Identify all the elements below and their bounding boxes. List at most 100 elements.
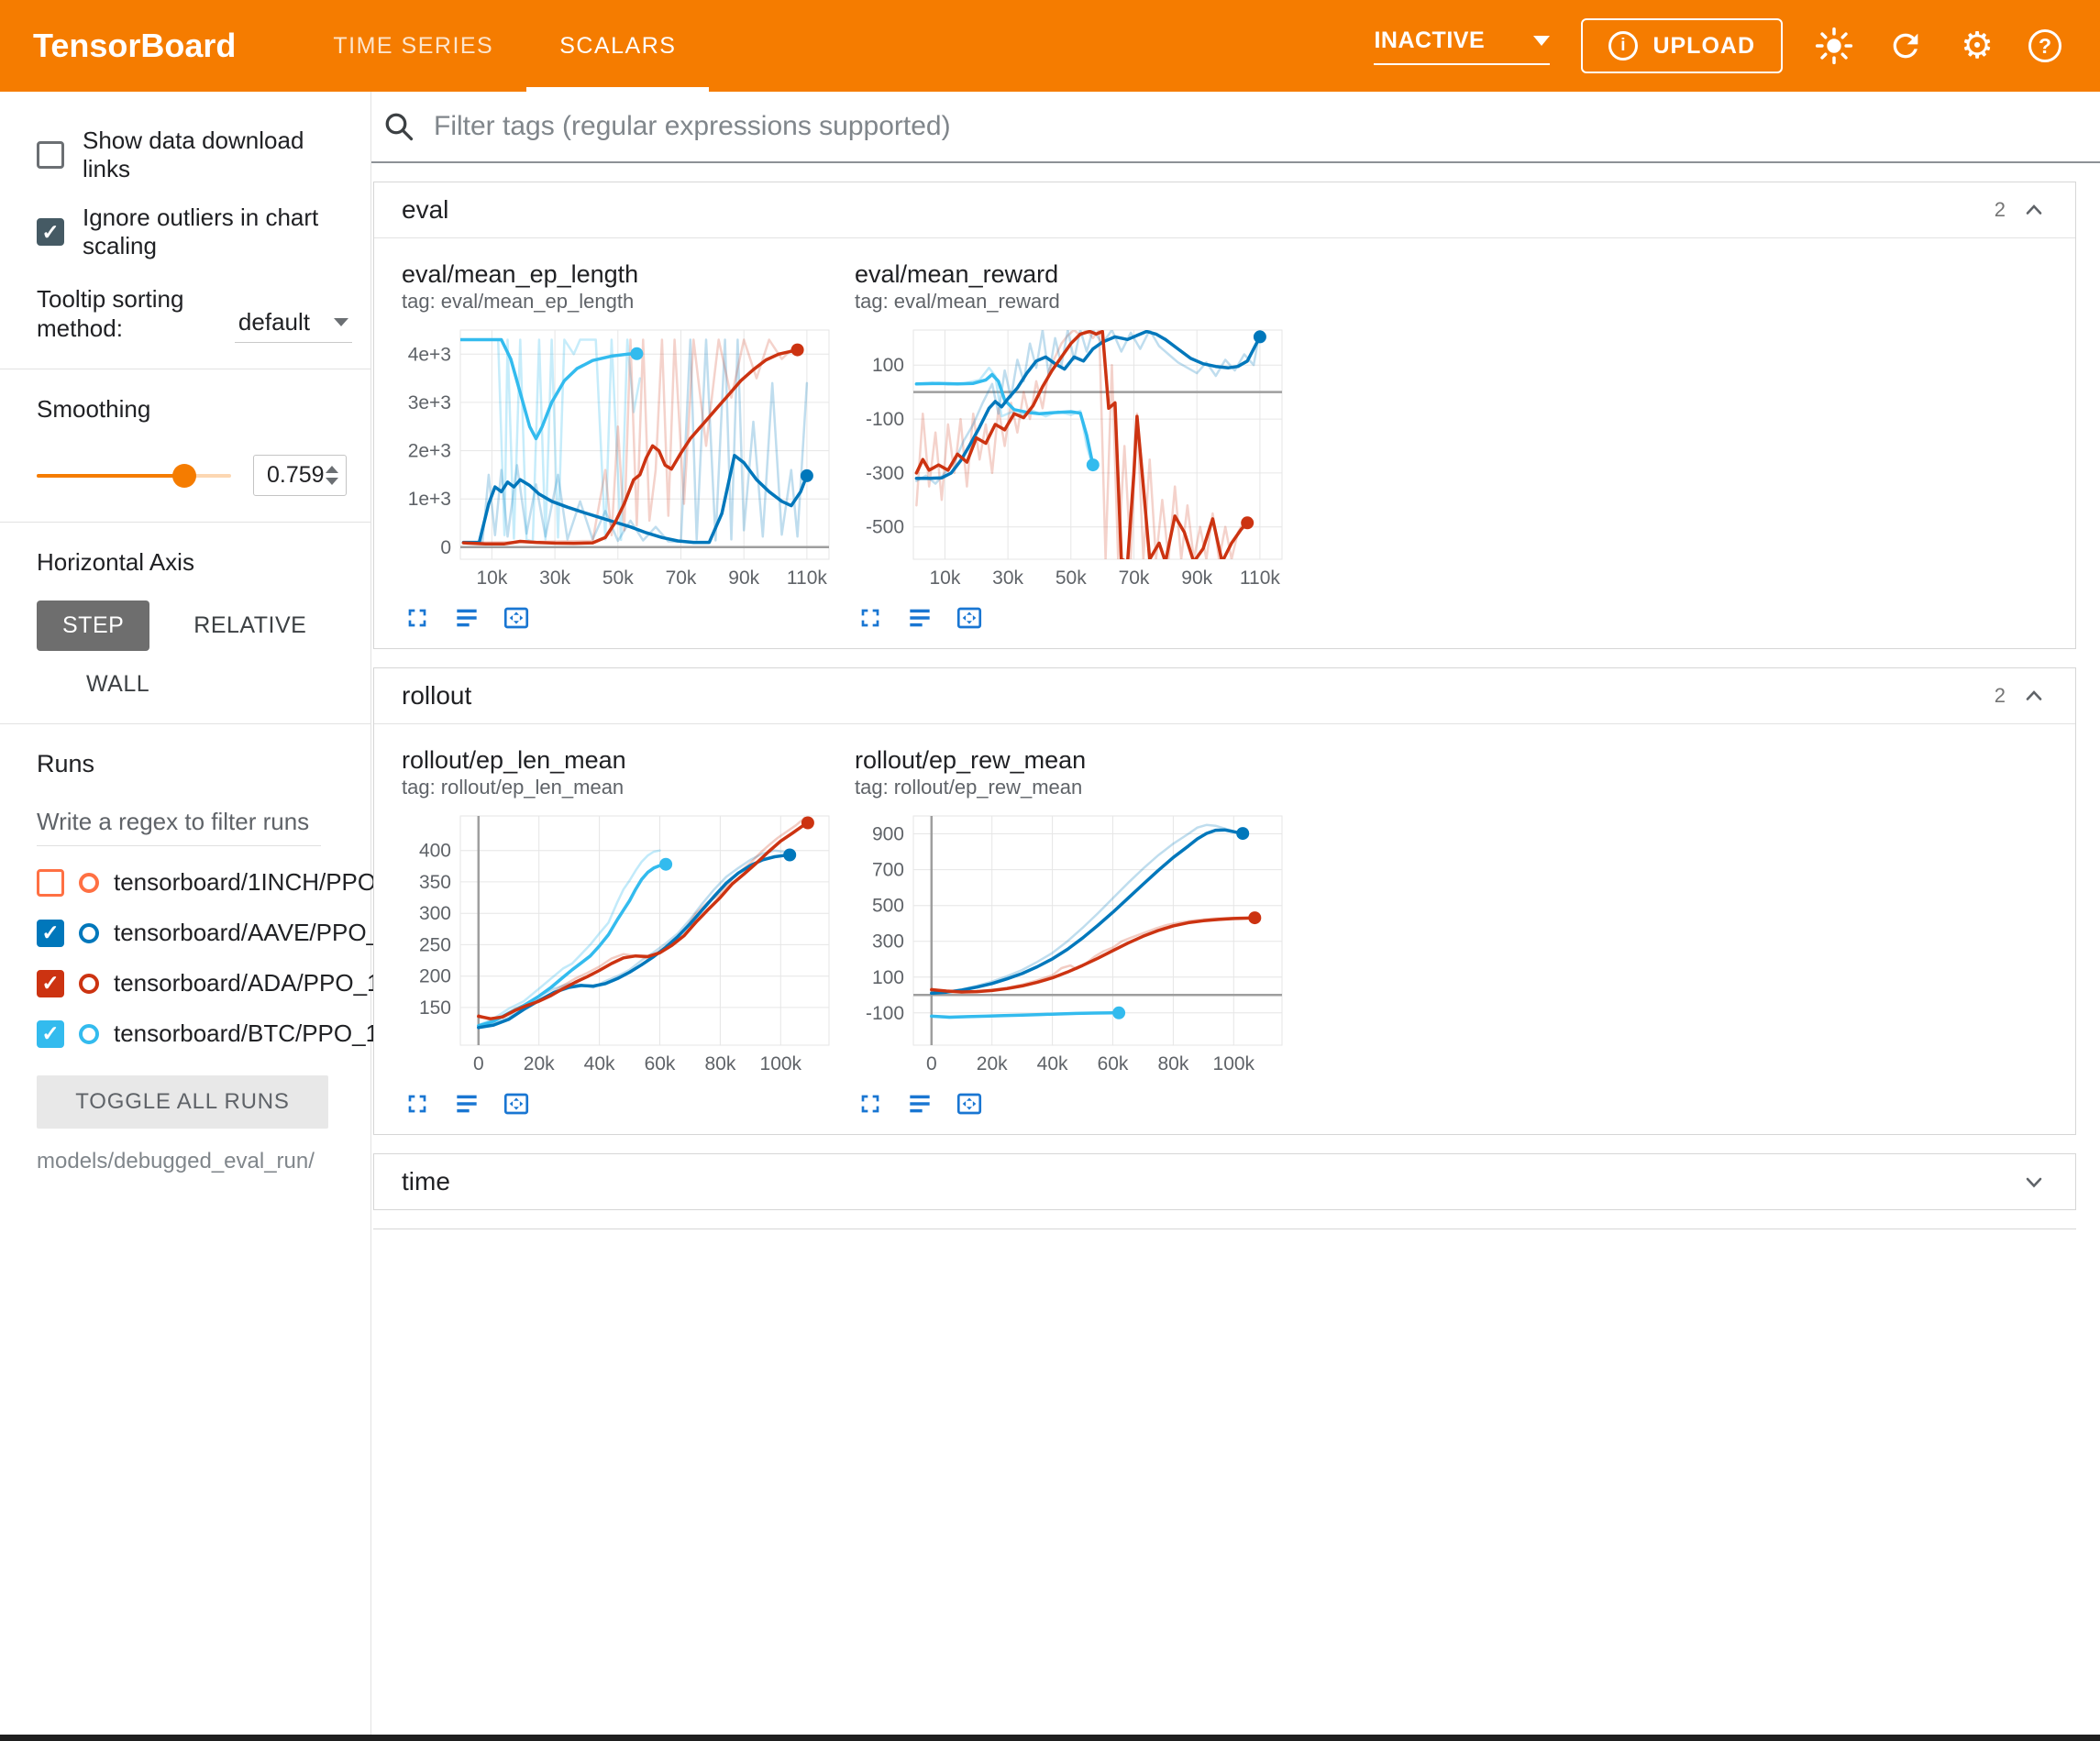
tab-scalars[interactable]: SCALARS <box>526 0 709 92</box>
chevron-up-icon[interactable] <box>2020 682 2048 710</box>
fit-domain-icon[interactable] <box>954 1088 985 1119</box>
svg-text:10k: 10k <box>929 567 960 589</box>
runs-filter-input[interactable] <box>37 804 321 846</box>
svg-text:-100: -100 <box>866 1003 904 1024</box>
tag-filter-input[interactable] <box>432 110 2100 143</box>
chart-tag: tag: eval/mean_reward <box>855 290 1293 314</box>
chevron-down-icon[interactable] <box>2020 1168 2048 1196</box>
chevron-up-icon[interactable] <box>2020 196 2048 224</box>
main-content: eval 2 eval/mean_ep_length tag: eval/mea… <box>371 92 2100 1735</box>
run-row-ada[interactable]: tensorboard/ADA/PPO_1 <box>37 969 352 997</box>
smoothing-value-box <box>253 455 347 496</box>
svg-text:30k: 30k <box>539 567 570 589</box>
toggle-all-runs-button[interactable]: TOGGLE ALL RUNS <box>37 1075 328 1129</box>
svg-text:350: 350 <box>419 872 451 893</box>
svg-text:70k: 70k <box>666 567 697 589</box>
run-row-btc[interactable]: tensorboard/BTC/PPO_1 <box>37 1019 352 1048</box>
ignore-outliers-checkbox[interactable] <box>37 218 64 246</box>
chart-plot[interactable]: 020k40k60k80k100k-100100300500700900 <box>855 805 1293 1085</box>
run-row-1inch[interactable]: tensorboard/1INCH/PPO_1 <box>37 868 352 897</box>
smoothing-slider-knob[interactable] <box>172 464 196 488</box>
run-row-aave[interactable]: tensorboard/AAVE/PPO_1 <box>37 919 352 947</box>
svg-text:80k: 80k <box>1157 1053 1188 1074</box>
chart-plot[interactable]: 10k30k50k70k90k110k01e+32e+33e+34e+3 <box>402 319 840 599</box>
app-title: TensorBoard <box>33 0 236 92</box>
svg-text:4e+3: 4e+3 <box>408 344 451 365</box>
runs-table-icon[interactable] <box>904 602 935 634</box>
fit-domain-icon[interactable] <box>501 1088 532 1119</box>
tooltip-sorting-select[interactable]: default <box>235 308 352 343</box>
svg-text:700: 700 <box>872 860 904 881</box>
smoothing-value-input[interactable] <box>265 461 326 490</box>
svg-text:200: 200 <box>419 966 451 987</box>
maximize-chart-icon[interactable] <box>402 602 433 634</box>
run-checkbox[interactable] <box>37 1020 64 1048</box>
axis-relative-button[interactable]: RELATIVE <box>173 601 326 651</box>
brightness-icon[interactable] <box>1814 26 1854 66</box>
runs-heading: Runs <box>37 750 352 778</box>
run-checkbox[interactable] <box>37 920 64 947</box>
status-dropdown[interactable]: INACTIVE <box>1374 28 1550 65</box>
chart-card-rollout-ep-len-mean: rollout/ep_len_mean tag: rollout/ep_len_… <box>402 746 840 1121</box>
refresh-icon[interactable] <box>1885 26 1926 66</box>
tab-time-series[interactable]: TIME SERIES <box>300 0 526 92</box>
divider <box>0 522 370 523</box>
svg-text:80k: 80k <box>704 1053 735 1074</box>
section-eval-header[interactable]: eval 2 <box>374 182 2075 237</box>
tooltip-sorting-label: Tooltip sorting method: <box>37 284 206 343</box>
svg-text:50k: 50k <box>1056 567 1087 589</box>
svg-text:-100: -100 <box>866 409 904 430</box>
run-color-ring <box>79 974 99 994</box>
svg-text:10k: 10k <box>476 567 507 589</box>
nav-tabs: TIME SERIES SCALARS <box>300 0 709 92</box>
upload-label: UPLOAD <box>1652 33 1755 60</box>
svg-text:110k: 110k <box>1240 567 1280 589</box>
section-time: time <box>373 1153 2076 1210</box>
help-icon[interactable]: ? <box>2028 29 2061 62</box>
fit-domain-icon[interactable] <box>954 602 985 634</box>
runs-table-icon[interactable] <box>451 602 482 634</box>
axis-step-button[interactable]: STEP <box>37 601 149 651</box>
run-checkbox[interactable] <box>37 869 64 897</box>
run-color-ring <box>79 923 99 943</box>
section-rollout-header[interactable]: rollout 2 <box>374 668 2075 723</box>
smoothing-slider[interactable] <box>37 474 231 478</box>
run-label: tensorboard/ADA/PPO_1 <box>114 969 381 997</box>
header-actions: INACTIVE i UPLOAD ⚙ ? <box>1374 0 2100 92</box>
status-dropdown-value: INACTIVE <box>1374 28 1485 54</box>
svg-text:3e+3: 3e+3 <box>408 392 451 413</box>
settings-gear-icon[interactable]: ⚙ <box>1957 26 1997 66</box>
show-download-links-row[interactable]: Show data download links <box>37 127 352 183</box>
runs-table-icon[interactable] <box>904 1088 935 1119</box>
smoothing-stepper[interactable] <box>326 466 338 485</box>
svg-text:100k: 100k <box>1213 1053 1255 1074</box>
run-checkbox[interactable] <box>37 970 64 997</box>
maximize-chart-icon[interactable] <box>855 1088 886 1119</box>
fit-domain-icon[interactable] <box>501 602 532 634</box>
chart-plot[interactable]: 020k40k60k80k100k150200250300350400 <box>402 805 840 1085</box>
runs-table-icon[interactable] <box>451 1088 482 1119</box>
chart-plot[interactable]: 10k30k50k70k90k110k100-100-300-500 <box>855 319 1293 599</box>
svg-text:900: 900 <box>872 824 904 845</box>
svg-text:400: 400 <box>419 841 451 862</box>
svg-text:-500: -500 <box>866 517 904 538</box>
ignore-outliers-row[interactable]: Ignore outliers in chart scaling <box>37 204 352 260</box>
chart-count-badge: 2 <box>1995 684 2006 708</box>
upload-button[interactable]: i UPLOAD <box>1581 18 1783 73</box>
chart-title: rollout/ep_len_mean <box>402 746 840 774</box>
maximize-chart-icon[interactable] <box>402 1088 433 1119</box>
svg-text:0: 0 <box>440 537 451 558</box>
section-time-header[interactable]: time <box>374 1154 2075 1209</box>
svg-text:20k: 20k <box>977 1053 1008 1074</box>
chart-card-rollout-ep-rew-mean: rollout/ep_rew_mean tag: rollout/ep_rew_… <box>855 746 1293 1121</box>
axis-wall-button[interactable]: WALL <box>66 659 170 709</box>
svg-text:90k: 90k <box>1181 567 1212 589</box>
maximize-chart-icon[interactable] <box>855 602 886 634</box>
chevron-down-icon <box>1533 36 1550 46</box>
svg-text:110k: 110k <box>787 567 827 589</box>
svg-text:40k: 40k <box>584 1053 615 1074</box>
section-rollout: rollout 2 rollout/ep_len_mean tag: rollo… <box>373 667 2076 1135</box>
show-download-checkbox[interactable] <box>37 141 64 169</box>
chart-card-eval-mean-ep-length: eval/mean_ep_length tag: eval/mean_ep_le… <box>402 260 840 635</box>
svg-text:90k: 90k <box>728 567 759 589</box>
